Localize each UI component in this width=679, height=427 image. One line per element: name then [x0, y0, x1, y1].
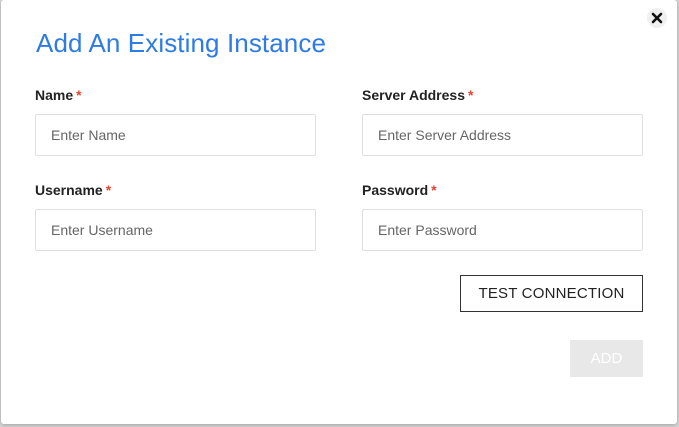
server-address-field-group: Server Address * — [362, 86, 643, 156]
password-label: Password — [362, 182, 429, 198]
server-address-input[interactable] — [362, 114, 643, 156]
required-marker: * — [105, 182, 112, 198]
required-marker: * — [76, 87, 82, 103]
username-field-group: Username * — [35, 181, 316, 251]
required-marker: * — [431, 182, 437, 198]
server-address-label-row: Server Address * — [362, 86, 643, 104]
test-connection-button[interactable]: TEST CONNECTION — [460, 275, 643, 312]
server-address-label: Server Address — [362, 87, 465, 103]
close-icon — [651, 12, 663, 24]
username-label-row: Username * — [35, 181, 316, 199]
dialog-title: Add An Existing Instance — [36, 28, 327, 58]
name-input[interactable] — [35, 114, 316, 156]
password-label-row: Password * — [362, 181, 643, 199]
name-field-group: Name * — [35, 86, 316, 156]
add-button[interactable]: ADD — [570, 340, 643, 377]
add-instance-dialog: Add An Existing Instance Name* Server Ad… — [1, 0, 677, 424]
close-button[interactable] — [647, 8, 667, 28]
username-label: Username — [35, 182, 103, 198]
password-input[interactable] — [362, 209, 643, 251]
name-label-row: Name * — [35, 86, 316, 104]
required-marker: * — [467, 87, 474, 103]
username-input[interactable] — [35, 209, 316, 251]
password-field-group: Password * — [362, 181, 643, 251]
name-label: Name — [35, 87, 74, 103]
